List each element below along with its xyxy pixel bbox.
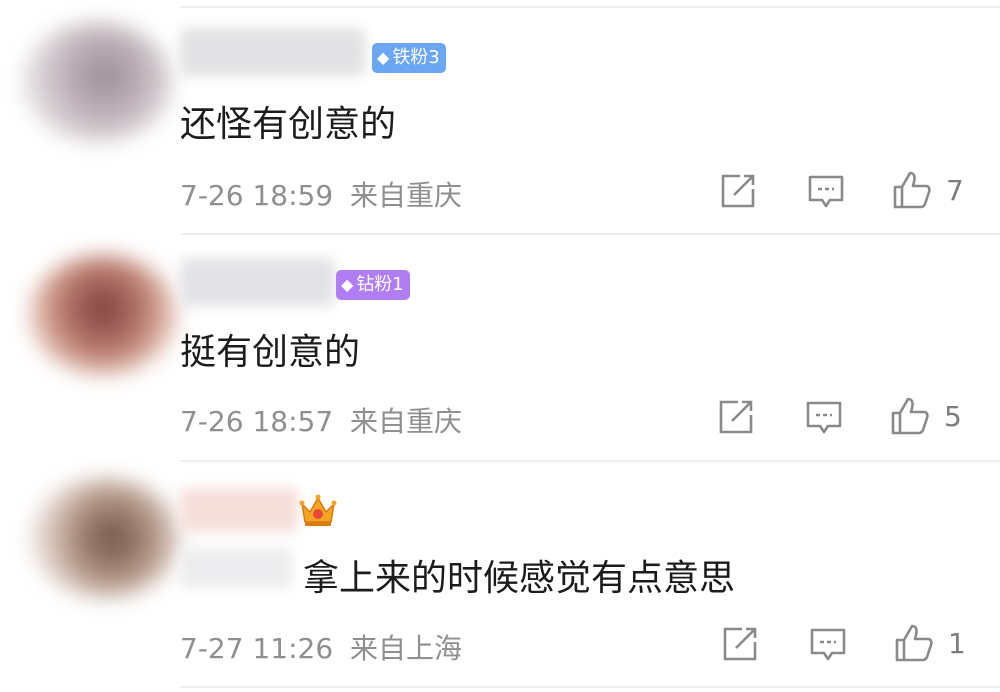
comment-text: 拿上来的时候感觉有点意思 <box>303 558 736 599</box>
avatar[interactable] <box>30 478 180 598</box>
comment-icon[interactable] <box>807 174 845 210</box>
avatar[interactable] <box>28 255 178 375</box>
comment-meta: 7-27 11:26 来自上海 <box>180 627 462 667</box>
like-count: 1 <box>948 627 966 660</box>
timestamp: 7-27 11:26 <box>180 632 334 665</box>
divider <box>180 6 1000 8</box>
username-secondary <box>180 548 292 588</box>
share-icon[interactable] <box>718 399 754 435</box>
username[interactable] <box>180 28 365 76</box>
timestamp: 7-26 18:57 <box>180 405 334 438</box>
comment-meta: 7-26 18:59 来自重庆 <box>180 174 462 214</box>
timestamp: 7-26 18:59 <box>180 179 334 212</box>
comment-icon[interactable] <box>805 400 843 436</box>
username[interactable] <box>180 488 298 532</box>
like-count: 7 <box>946 174 964 207</box>
badge-label: 钻粉1 <box>356 274 404 295</box>
fan-badge: ◆ 钻粉1 <box>336 270 410 300</box>
divider <box>180 233 1000 235</box>
share-icon[interactable] <box>720 173 756 209</box>
location: 来自上海 <box>350 632 463 665</box>
fan-badge: ◆ 铁粉3 <box>372 43 446 73</box>
avatar[interactable] <box>22 22 172 142</box>
badge-label: 铁粉3 <box>392 47 440 68</box>
diamond-icon: ◆ <box>341 275 354 294</box>
thumbs-up-icon[interactable] <box>890 396 930 436</box>
like-count: 5 <box>944 400 962 433</box>
thumbs-up-icon[interactable] <box>894 623 934 663</box>
comment-text: 还怪有创意的 <box>180 104 397 145</box>
comment-text: 挺有创意的 <box>180 332 361 373</box>
diamond-icon: ◆ <box>377 48 390 67</box>
username[interactable] <box>180 258 335 306</box>
divider <box>180 460 1000 462</box>
share-icon[interactable] <box>722 626 758 662</box>
divider <box>180 686 1000 688</box>
crown-icon <box>299 494 337 526</box>
thumbs-up-icon[interactable] <box>892 170 932 210</box>
location: 来自重庆 <box>350 179 463 212</box>
comment-icon[interactable] <box>809 627 847 663</box>
comment-meta: 7-26 18:57 来自重庆 <box>180 400 462 440</box>
location: 来自重庆 <box>350 405 463 438</box>
